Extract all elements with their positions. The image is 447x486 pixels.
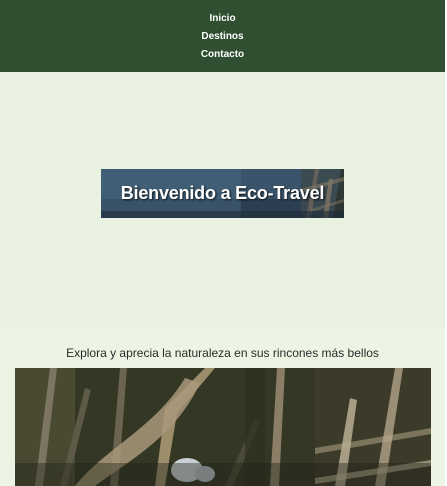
banner-title: Bienvenido a Eco-Travel (120, 183, 325, 203)
nav-item-destinos: Destinos (0, 27, 445, 45)
tagline-text: Explora y aprecia la naturaleza en sus r… (66, 346, 379, 360)
nav-link-inicio[interactable]: Inicio (209, 13, 235, 24)
nav-menu: Inicio Destinos Contacto (0, 9, 445, 63)
forest-photo (15, 368, 431, 486)
nav-item-inicio: Inicio (0, 9, 445, 27)
nav-item-contacto: Contacto (0, 45, 445, 63)
nav-link-contacto[interactable]: Contacto (201, 49, 244, 60)
welcome-banner: Bienvenido a Eco-Travel (101, 169, 344, 218)
forest-image (15, 368, 431, 486)
top-navigation: Inicio Destinos Contacto (0, 0, 447, 72)
nav-link-destinos[interactable]: Destinos (201, 31, 243, 42)
